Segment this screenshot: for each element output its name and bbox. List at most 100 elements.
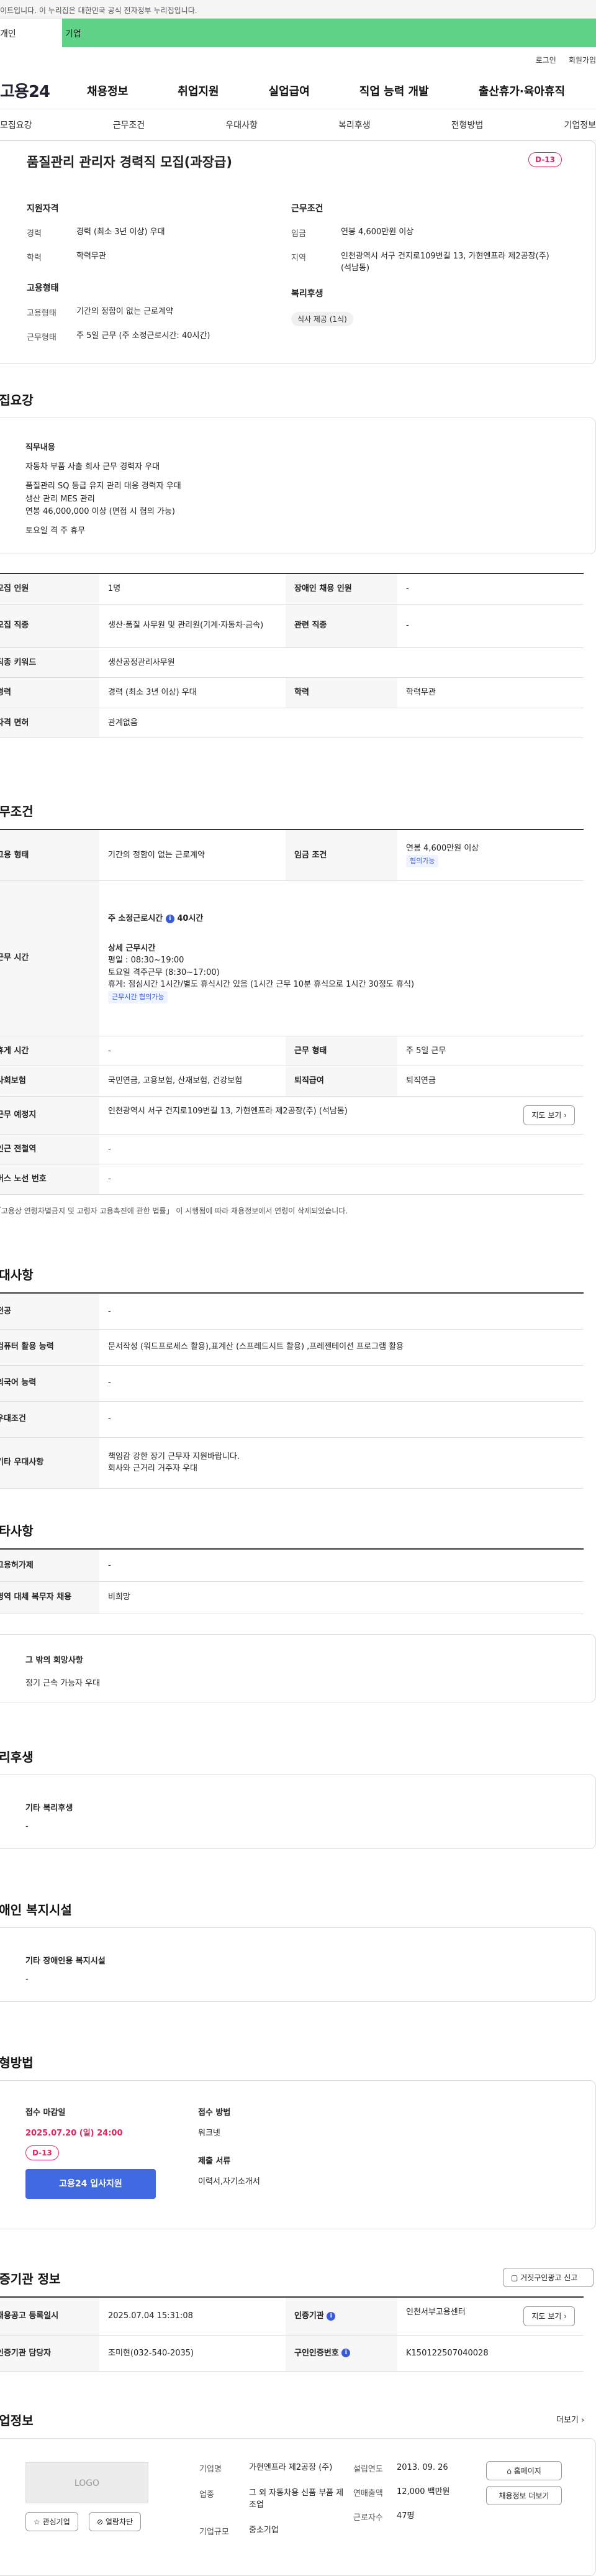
company-name-label: 기업명 [199, 2465, 222, 2474]
nav-vocational-training[interactable]: 직업 능력 개발 [359, 83, 429, 99]
cell-value: 퇴직연금 [397, 1066, 584, 1097]
table-row: 우대조건- [0, 1401, 584, 1438]
anchor-recruit[interactable]: 모집요강 [0, 119, 32, 131]
method-label: 접수 방법 [198, 2108, 231, 2117]
info-icon[interactable]: i [327, 2311, 336, 2321]
recruit-section-title: 모집요강 [0, 393, 34, 408]
education-value: 학력무관 [76, 252, 106, 261]
table-row: 모집 인원1명장애인 채용 인원- [0, 573, 584, 605]
nav-employment-support[interactable]: 취업지원 [178, 83, 219, 99]
cell-label: 구인인증번호 i [286, 2335, 397, 2372]
anchor-work[interactable]: 근무조건 [113, 119, 145, 131]
employees-value: 47명 [397, 2511, 415, 2521]
user-type-tabs: 개인 기업 [0, 19, 596, 47]
age-law-notice: * 「고용상 연령차별금지 및 고령자 고용촉진에 관한 법률」 이 시행됨에 … [0, 1207, 348, 1215]
nav-unemployment-benefit[interactable]: 실업급여 [269, 83, 310, 99]
work-section-title: 근무조건 [0, 804, 34, 819]
table-row: 고용 형태 기간의 정함이 없는 근로계약 임금 조건 연봉 4,600만원 이… [0, 829, 584, 881]
signup-link[interactable]: 회원가입 [569, 55, 596, 65]
homepage-button[interactable]: ⌂ 홈페이지 [486, 2461, 562, 2480]
chevron-right-icon: › [564, 2312, 567, 2321]
company-logo: LOGO [25, 2462, 148, 2503]
map-view-label: 지도 보기 [531, 1110, 562, 1120]
cell-label: 퇴직급여 [286, 1066, 397, 1097]
founded-value: 2013. 09. 26 [397, 2463, 448, 2472]
hours-detail-title: 상세 근무시간 [108, 943, 156, 953]
login-link[interactable]: 로그인 [536, 55, 556, 65]
anchor-welfare[interactable]: 복리후생 [338, 119, 371, 131]
table-row: 경력경력 (최소 3년 이상) 우대학력학력무관 [0, 677, 584, 708]
table-row: 근무 시간 주 소정근로시간 i 40시간 상세 근무시간 평일 : 08:30… [0, 880, 584, 1036]
table-row: 직종 키워드 생산공정관리사무원 [0, 647, 584, 678]
disabled-sub: 기타 장애인용 복지시설 [25, 1957, 106, 1966]
cert-no-label: 구인인증번호 [294, 2348, 339, 2358]
tab-business[interactable]: 기업 [62, 19, 596, 47]
anchor-company[interactable]: 기업정보 [564, 119, 596, 131]
table-row: 버스 노선 번호 - [0, 1164, 584, 1195]
map-label: 지도 보기 [531, 2312, 562, 2321]
table-row: 병역 대체 복무자 채용 비희망 [0, 1581, 584, 1614]
report-fake-ad-button[interactable]: ▢ 거짓구인광고 신고 [503, 2268, 594, 2287]
site-logo[interactable]: 고용24 [0, 79, 50, 102]
apply-button[interactable]: 고용24 입사지원 [25, 2169, 156, 2199]
duty-line: 토요일 격 주 휴무 [25, 526, 86, 536]
sales-label: 연매출액 [353, 2489, 383, 2498]
cell-value: 학력무관 [397, 677, 584, 708]
cell-label: 우대조건 [0, 1401, 99, 1438]
info-icon[interactable]: i [165, 914, 174, 923]
welfare-card: 기타 복리후생 - [0, 1774, 596, 1849]
cert-table: 채용공고 등록일시 2025.07.04 15:31:08 인증기관 i 인천서부고용… [0, 2296, 584, 2372]
table-row: 사회보험국민연금, 고용보험, 산재보험, 건강보험퇴직급여퇴직연금 [0, 1066, 584, 1097]
cell-label: 모집 직종 [0, 604, 99, 648]
table-row: 외국어 능력 - [0, 1365, 584, 1402]
block-view-button[interactable]: ⊘ 열람차단 [89, 2512, 142, 2531]
company-section-title: 기업정보 [0, 2413, 34, 2428]
cell-label: 외국어 능력 [0, 1365, 99, 1402]
cell-value: - [99, 1365, 584, 1402]
career-value: 경력 (최소 3년 이상) 우대 [76, 227, 165, 237]
cell-label: 사회보험 [0, 1066, 99, 1097]
cert-map-button[interactable]: 지도 보기 › [523, 2306, 575, 2326]
company-more-link[interactable]: 더보기 › [556, 2413, 584, 2425]
other-wish-value: 정기 근속 가능자 우대 [25, 1679, 101, 1688]
industry-value: 그 외 자동차용 신품 부품 제조업 [249, 2488, 344, 2510]
document-icon: ▢ [511, 2273, 518, 2282]
table-row: 채용공고 등록일시 2025.07.04 15:31:08 인증기관 i 인천서부고용… [0, 2297, 584, 2336]
hours-line: 평일 : 08:30~19:00 [108, 956, 184, 965]
cell-label: 고용 형태 [0, 829, 99, 881]
cell-label: 인근 전철역 [0, 1134, 99, 1164]
info-icon[interactable]: i [341, 2349, 351, 2358]
duty-content: 자동차 부품 사출 회사 근무 경력자 우대 품질관리 SQ 등급 유지 관리 … [25, 461, 558, 538]
tab-personal[interactable]: 개인 [0, 19, 62, 47]
company-jobs-button[interactable]: 채용정보 더보기 [486, 2486, 562, 2505]
cell-label: 장애인 채용 인원 [286, 573, 397, 605]
cell-label: 근무 형태 [286, 1036, 397, 1066]
favorite-label: 관심기업 [42, 2518, 70, 2526]
map-view-button[interactable]: 지도 보기 › [523, 1105, 575, 1125]
anchor-pref[interactable]: 우대사항 [225, 119, 258, 131]
cell-value: 국민연금, 고용보험, 산재보험, 건강보험 [99, 1066, 286, 1097]
employment-type-value: 기간의 정함이 없는 근로계약 [76, 307, 173, 316]
gov-banner: 이트입니다. 이 누리집은 대한민국 공식 전자정부 누리집입니다. [0, 0, 596, 19]
cell-value: 생산·품질 사무원 및 관리원(기계·자동차·금속) [99, 604, 286, 648]
section-anchor-tabs: 모집요강 근무조건 우대사항 복리후생 전형방법 기업정보 [0, 109, 596, 140]
cell-label: 버스 노선 번호 [0, 1164, 99, 1195]
hours-line: 토요일 격주근무 (8:30~17:00) [108, 967, 220, 977]
cell-value: - [99, 1549, 584, 1582]
cell-label: 휴게 시간 [0, 1036, 99, 1066]
hours-cell: 주 소정근로시간 i 40시간 상세 근무시간 평일 : 08:30~19:00… [99, 880, 584, 1036]
nav-parental-leave[interactable]: 출산휴가·육아휴직 [479, 83, 565, 99]
favorite-company-button[interactable]: ☆ 관심기업 [25, 2512, 78, 2531]
anchor-process[interactable]: 전형방법 [451, 119, 484, 131]
nav-job-info[interactable]: 채용정보 [87, 83, 128, 99]
sales-value: 12,000 백만원 [397, 2487, 450, 2496]
founded-label: 설립연도 [353, 2465, 383, 2474]
cell-value: - [99, 1164, 584, 1195]
deadline-label: 접수 마감일 [25, 2108, 66, 2117]
cell-value: 생산공정관리사무원 [99, 647, 584, 678]
qualification-heading: 지원자격 [27, 204, 59, 214]
cell-value: 경력 (최소 3년 이상) 우대 [99, 677, 286, 708]
company-card: LOGO ☆ 관심기업 ⊘ 열람차단 기업명 가현엔프라 제2공장 (주) 업종 그… [0, 2438, 596, 2576]
education-label: 학력 [27, 253, 42, 263]
other-wish-heading: 그 밖의 희망사항 [25, 1656, 83, 1665]
